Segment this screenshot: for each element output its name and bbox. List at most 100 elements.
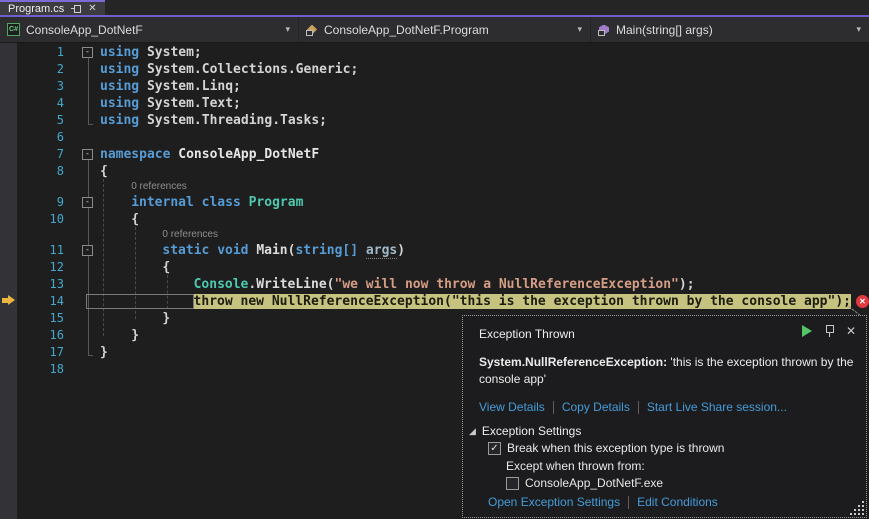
code-line[interactable]: 6 bbox=[0, 129, 869, 146]
pin-icon[interactable] bbox=[825, 325, 833, 337]
document-tabstrip: Program.cs ✕ bbox=[0, 0, 869, 17]
code-text bbox=[100, 129, 869, 146]
code-line[interactable]: 14throw new NullReferenceException("this… bbox=[0, 293, 869, 310]
fold-toggle[interactable]: - bbox=[82, 47, 93, 58]
code-line[interactable]: 11-static void Main(string[] args) bbox=[0, 242, 869, 259]
link-separator bbox=[638, 401, 639, 414]
outline-margin bbox=[66, 112, 100, 129]
tab-title: Program.cs bbox=[8, 3, 64, 15]
type-dropdown-label: ConsoleApp_DotNetF.Program bbox=[324, 23, 489, 37]
token: void bbox=[217, 243, 248, 258]
codelens-references[interactable]: 0 references bbox=[0, 180, 869, 194]
token: args bbox=[366, 243, 397, 259]
member-dropdown[interactable]: Main(string[] args) ▾ bbox=[591, 17, 869, 42]
close-icon[interactable]: ✕ bbox=[846, 325, 856, 337]
token: throw new NullReferenceException("this i… bbox=[194, 294, 851, 309]
break-checkbox-label: Break when this exception type is thrown bbox=[507, 441, 724, 455]
expander-icon[interactable]: ◢ bbox=[469, 427, 476, 436]
token: WriteLine bbox=[256, 277, 326, 292]
fold-toggle[interactable]: - bbox=[82, 149, 93, 160]
token: System.Linq; bbox=[139, 79, 241, 94]
project-dropdown[interactable]: C# ConsoleApp_DotNetF ▾ bbox=[0, 17, 299, 42]
code-line[interactable]: 9-internal class Program bbox=[0, 194, 869, 211]
outline-margin bbox=[66, 163, 100, 180]
line-number: 3 bbox=[0, 78, 66, 95]
token: } bbox=[100, 345, 108, 360]
code-line[interactable]: 4using System.Text; bbox=[0, 95, 869, 112]
code-line[interactable]: 13 Console.WriteLine("we will now throw a… bbox=[0, 276, 869, 293]
code-text: { bbox=[100, 211, 869, 228]
popup-link[interactable]: Copy Details bbox=[562, 400, 630, 414]
exception-error-icon[interactable]: ✕ bbox=[856, 295, 869, 308]
outline-margin: - bbox=[66, 242, 100, 259]
token: using bbox=[100, 79, 139, 94]
outline-margin: - bbox=[66, 44, 100, 61]
code-line[interactable]: 8{ bbox=[0, 163, 869, 180]
chevron-down-icon: ▾ bbox=[577, 24, 582, 35]
token: Program bbox=[249, 195, 304, 210]
popup-link[interactable]: View Details bbox=[479, 400, 545, 414]
line-number: 12 bbox=[0, 259, 66, 276]
exception-settings-label: Exception Settings bbox=[482, 424, 581, 438]
pin-icon[interactable] bbox=[71, 5, 81, 13]
code-line[interactable]: 7 -namespace ConsoleApp_DotNetF bbox=[0, 146, 869, 163]
token bbox=[209, 243, 217, 258]
resize-grip[interactable] bbox=[850, 501, 864, 515]
popup-toolbar: ✕ bbox=[802, 325, 856, 337]
code-line[interactable]: 1 -using System; bbox=[0, 44, 869, 61]
private-method-icon bbox=[598, 24, 610, 36]
popup-link[interactable]: Open Exception Settings bbox=[488, 495, 620, 509]
code-line[interactable]: 3 using System.Linq; bbox=[0, 78, 869, 95]
fold-toggle[interactable]: - bbox=[82, 197, 93, 208]
exception-type: System.NullReferenceException: bbox=[479, 355, 667, 369]
code-text: using System; bbox=[100, 44, 869, 61]
chevron-down-icon: ▾ bbox=[285, 24, 290, 35]
popup-title: Exception Thrown bbox=[479, 327, 575, 341]
token: using bbox=[100, 113, 139, 128]
break-checkbox[interactable]: ✓ bbox=[488, 442, 501, 455]
outline-margin bbox=[66, 129, 100, 146]
token: System.Collections.Generic; bbox=[139, 62, 358, 77]
code-text: using System.Text; bbox=[100, 95, 869, 112]
popup-links-top: View Details Copy Details Start Live Share… bbox=[479, 400, 787, 414]
type-dropdown[interactable]: ConsoleApp_DotNetF.Program ▾ bbox=[299, 17, 591, 42]
csharp-project-icon: C# bbox=[7, 23, 20, 36]
continue-icon[interactable] bbox=[802, 325, 812, 337]
outline-margin bbox=[66, 95, 100, 112]
visual-studio-window: Program.cs ✕ C# ConsoleApp_DotNetF ▾ Con… bbox=[0, 0, 869, 519]
token: static bbox=[162, 243, 209, 258]
codelens-references[interactable]: 0 references bbox=[0, 228, 869, 242]
line-number: 7 bbox=[0, 146, 66, 163]
line-number: 10 bbox=[0, 211, 66, 228]
popup-link[interactable]: Start Live Share session... bbox=[647, 400, 787, 414]
line-number: 1 bbox=[0, 44, 66, 61]
code-text: Console.WriteLine("we will now throw a N… bbox=[100, 276, 869, 293]
code-line[interactable]: 12 { bbox=[0, 259, 869, 276]
code-text: internal class Program bbox=[100, 194, 869, 211]
tab-program-cs[interactable]: Program.cs ✕ bbox=[0, 0, 105, 15]
navigation-bar: C# ConsoleApp_DotNetF ▾ ConsoleApp_DotNe… bbox=[0, 17, 869, 43]
line-number: 13 bbox=[0, 276, 66, 293]
line-number: 6 bbox=[0, 129, 66, 146]
token: using bbox=[100, 45, 139, 60]
outline-margin bbox=[66, 259, 100, 276]
code-text: namespace ConsoleApp_DotNetF bbox=[100, 146, 869, 163]
token: } bbox=[131, 328, 139, 343]
token: System.Threading.Tasks; bbox=[139, 113, 327, 128]
fold-toggle[interactable]: - bbox=[82, 245, 93, 256]
code-line[interactable]: 2using System.Collections.Generic; bbox=[0, 61, 869, 78]
module-checkbox[interactable] bbox=[506, 477, 519, 490]
line-number: 16 bbox=[0, 327, 66, 344]
close-icon[interactable]: ✕ bbox=[88, 2, 96, 15]
link-separator bbox=[553, 401, 554, 414]
code-line[interactable]: 10 { bbox=[0, 211, 869, 228]
outline-margin bbox=[66, 327, 100, 344]
code-text: { bbox=[100, 259, 869, 276]
class-icon bbox=[306, 24, 318, 36]
code-line[interactable]: 5using System.Threading.Tasks; bbox=[0, 112, 869, 129]
outline-margin: - bbox=[66, 194, 100, 211]
outline-margin bbox=[66, 361, 100, 378]
popup-link[interactable]: Edit Conditions bbox=[637, 495, 718, 509]
token: using bbox=[100, 96, 139, 111]
exception-settings-header[interactable]: ◢ Exception Settings bbox=[469, 424, 581, 438]
